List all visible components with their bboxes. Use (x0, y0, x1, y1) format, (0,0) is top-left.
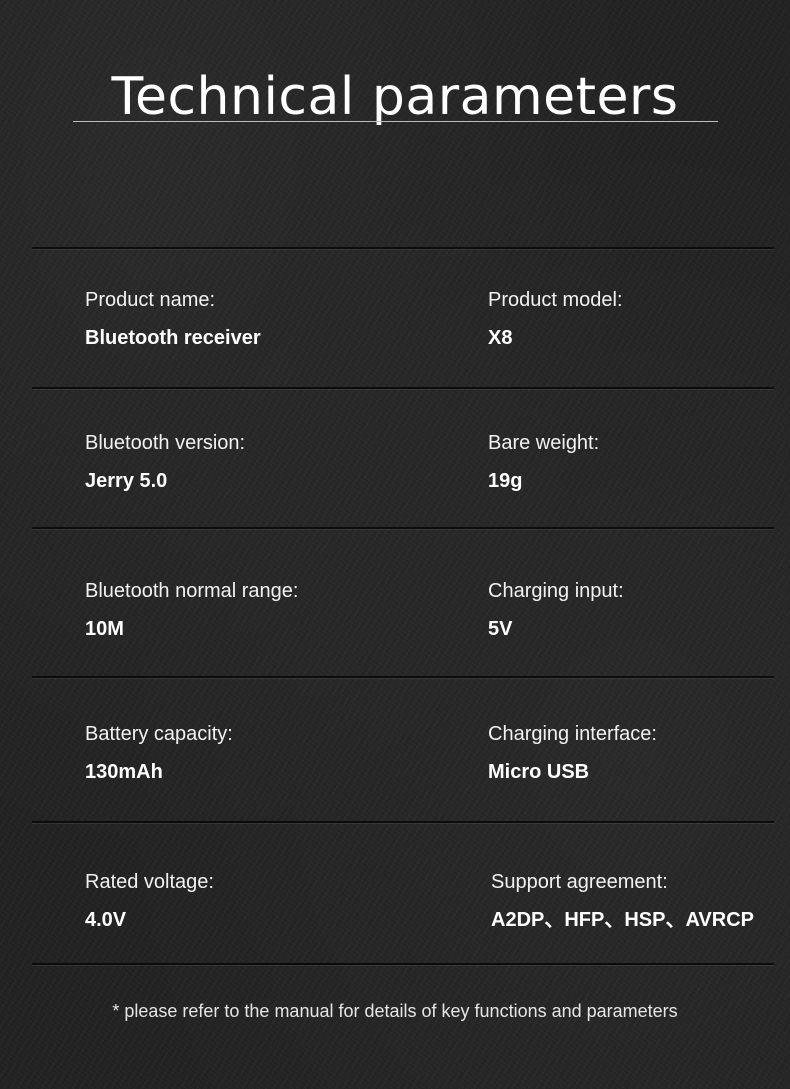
table-divider-bottom (32, 963, 774, 965)
spec-label: Bluetooth version: (85, 432, 246, 454)
table-divider-top (32, 247, 774, 249)
spec-value: Micro USB (488, 761, 590, 783)
spec-battery-capacity: Battery capacity: 130mAh (85, 721, 233, 785)
spec-charging-interface: Charging interface: Micro USB (488, 721, 657, 785)
table-divider (32, 527, 774, 529)
spec-label: Product name: (85, 289, 216, 311)
technical-parameters-page: Technical parameters Product name: Bluet… (0, 0, 790, 1089)
spec-bare-weight: Bare weight: 19g (488, 430, 599, 494)
spec-value: A2DP、HFP、HSP、AVRCP (491, 909, 754, 931)
spec-label: Bare weight: (488, 432, 600, 454)
title-divider (73, 121, 718, 122)
spec-product-name: Product name: Bluetooth receiver (85, 287, 261, 351)
spec-label: Product model: (488, 289, 623, 311)
spec-label: Rated voltage: (85, 871, 214, 893)
footnote: * please refer to the manual for details… (112, 1001, 678, 1021)
spec-bluetooth-range: Bluetooth normal range: 10M (85, 578, 298, 642)
spec-product-model: Product model: X8 (488, 287, 623, 351)
spec-support-agreement: Support agreement: A2DP、HFP、HSP、AVRCP (491, 869, 754, 933)
spec-label: Battery capacity: (85, 723, 233, 745)
table-divider (32, 676, 774, 678)
spec-value: 10M (85, 618, 124, 640)
spec-label: Support agreement: (491, 871, 668, 893)
spec-value: Jerry 5.0 (85, 470, 168, 492)
spec-label: Charging input: (488, 580, 624, 602)
spec-value: 5V (488, 618, 513, 640)
spec-rated-voltage: Rated voltage: 4.0V (85, 869, 214, 933)
spec-value: 130mAh (85, 761, 163, 783)
table-divider (32, 821, 774, 823)
page-title: Technical parameters (111, 66, 679, 127)
spec-value: X8 (488, 327, 513, 349)
spec-bluetooth-version: Bluetooth version: Jerry 5.0 (85, 430, 245, 494)
spec-value: Bluetooth receiver (85, 327, 261, 349)
spec-charging-input: Charging input: 5V (488, 578, 624, 642)
spec-value: 19g (488, 470, 523, 492)
spec-value: 4.0V (85, 909, 127, 931)
spec-label: Bluetooth normal range: (85, 580, 299, 602)
spec-label: Charging interface: (488, 723, 657, 745)
table-divider (32, 387, 774, 389)
